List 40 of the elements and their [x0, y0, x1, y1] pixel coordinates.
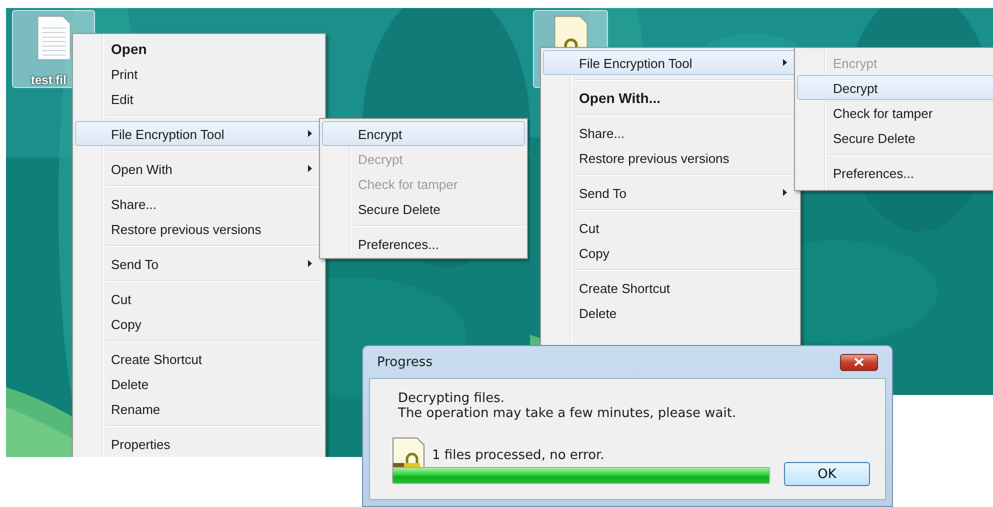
submenu-arrow-icon	[308, 165, 312, 172]
close-button[interactable]	[840, 354, 878, 370]
submenu-arrow-icon	[783, 189, 787, 196]
message-text: Decrypting files.	[398, 391, 506, 406]
menu-item[interactable]: Secure Delete	[797, 125, 993, 150]
menu-item[interactable]: Edit	[75, 86, 323, 111]
ok-button[interactable]: OK	[784, 462, 870, 486]
menu-item[interactable]: Cut	[543, 215, 798, 240]
menu-item[interactable]: Properties	[75, 431, 323, 456]
menu-item[interactable]: Cut	[75, 286, 323, 311]
file-label: test fil	[30, 73, 66, 87]
close-icon	[854, 358, 864, 366]
menu-item[interactable]: Restore previous versions	[543, 145, 798, 170]
menu-item[interactable]: Rename	[75, 396, 323, 421]
menu-item[interactable]: Send To	[75, 251, 323, 276]
menu-item[interactable]: Create Shortcut	[75, 346, 323, 371]
menu-item[interactable]: Preferences...	[322, 231, 525, 256]
menu-item[interactable]: Copy	[543, 240, 798, 265]
submenu-arrow-icon	[783, 59, 787, 66]
submenu-arrow-icon	[308, 130, 312, 137]
menu-item[interactable]: Encrypt	[322, 121, 525, 146]
menu-item[interactable]: Restore previous versions	[75, 216, 323, 241]
menu-item[interactable]: Share...	[75, 191, 323, 216]
status-text: 1 files processed, no error.	[432, 448, 604, 465]
submenu-arrow-icon	[308, 260, 312, 267]
menu-item[interactable]: Delete	[543, 300, 798, 325]
menu-item[interactable]: Share...	[543, 120, 798, 145]
message-text: The operation may take a few minutes, please wait.	[398, 406, 738, 421]
document-icon	[36, 15, 72, 61]
menu-item[interactable]: Open With	[75, 156, 323, 181]
menu-item[interactable]: Create Shortcut	[543, 275, 798, 300]
menu-item[interactable]: Copy	[75, 311, 323, 336]
menu-item[interactable]: Delete	[75, 371, 323, 396]
menu-item[interactable]: Secure Delete	[322, 196, 525, 221]
menu-item[interactable]: Send To	[543, 180, 798, 205]
menu-item[interactable]: Check for tamper	[797, 100, 993, 125]
menu-item[interactable]: Open With...	[543, 85, 798, 110]
dialog-title: Progress	[377, 354, 432, 370]
menu-item[interactable]: Decrypt	[797, 75, 993, 100]
menu-item[interactable]: Preferences...	[797, 160, 993, 185]
